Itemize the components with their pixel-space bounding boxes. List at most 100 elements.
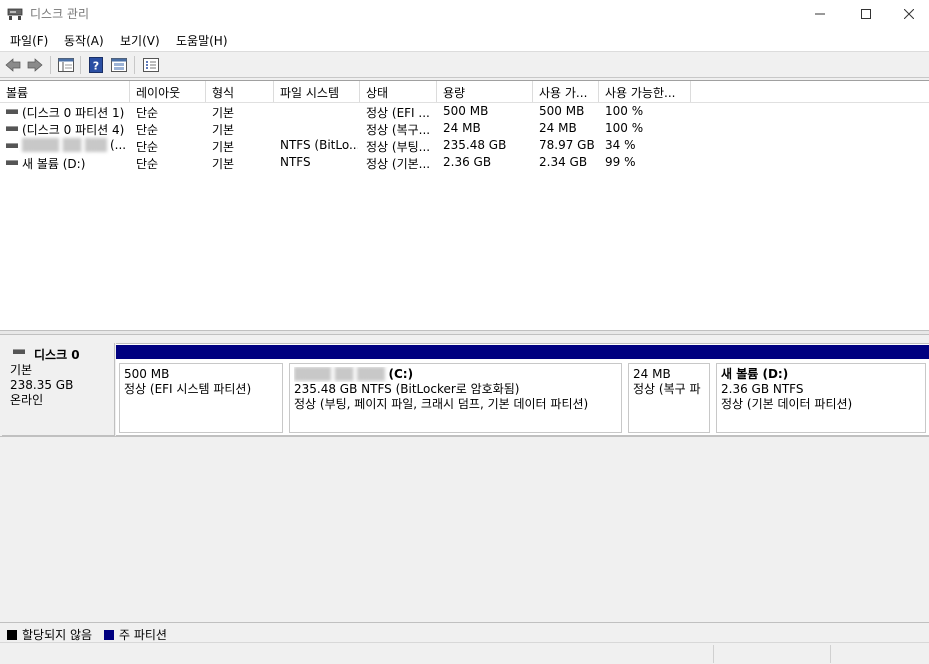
volume-percent-free: 99 %	[605, 155, 636, 169]
partition-name: 새 볼륨 (D:)	[721, 367, 789, 381]
forward-arrow-icon	[27, 58, 43, 72]
disk-info-panel[interactable]: 디스크 0 기본 238.35 GB 온라인	[2, 343, 115, 436]
volume-row[interactable]: ████ ██ ███ (... 단순 기본 NTFS (BitLo... 정상…	[0, 137, 929, 154]
status-separator	[830, 645, 831, 663]
primary-partition-bar	[286, 345, 625, 359]
volume-free-space: 2.34 GB	[539, 155, 588, 169]
minimize-icon	[815, 13, 825, 15]
legend: 할당되지 않음 주 파티션	[0, 622, 929, 642]
partition-box: ████ ██ ███ (C:) 235.48 GB NTFS (BitLock…	[289, 363, 622, 433]
partition-box: 500 MB 정상 (EFI 시스템 파티션)	[119, 363, 283, 433]
volume-list[interactable]: 볼륨 레이아웃 형식 파일 시스템 상태 용량 사용 가... 사용 가능한..…	[0, 80, 929, 330]
disk-icon	[13, 349, 25, 354]
volume-name: (디스크 0 파티션 4)	[22, 123, 125, 137]
volume-status: 정상 (EFI ...	[366, 106, 430, 120]
primary-partition-bar	[625, 345, 713, 359]
divider	[0, 436, 929, 437]
details-pane-button[interactable]	[109, 55, 129, 75]
title-bar: 디스크 관리	[0, 0, 929, 28]
volume-capacity: 235.48 GB	[443, 138, 507, 152]
column-header-free-space[interactable]: 사용 가...	[533, 81, 599, 102]
partition-recovery[interactable]: 24 MB 정상 (복구 파	[625, 344, 713, 435]
maximize-button[interactable]	[843, 0, 889, 28]
volume-free-space: 24 MB	[539, 121, 577, 135]
legend-primary-partition: 주 파티션	[104, 626, 167, 643]
column-header-filesystem[interactable]: 파일 시스템	[274, 81, 360, 102]
toolbar-separator	[50, 56, 51, 74]
volume-free-space: 500 MB	[539, 104, 585, 118]
partition-status: 정상 (부팅, 페이지 파일, 크래시 덤프, 기본 데이터 파티션)	[294, 397, 589, 411]
volume-free-space: 78.97 GB	[539, 138, 595, 152]
toolbar-separator	[80, 56, 81, 74]
column-header-capacity[interactable]: 용량	[437, 81, 533, 102]
column-header-layout[interactable]: 레이아웃	[130, 81, 206, 102]
toolbar: ?	[0, 52, 929, 78]
menu-help[interactable]: 도움말(H)	[174, 32, 230, 49]
toolbar-separator	[134, 56, 135, 74]
menu-bar: 파일(F) 동작(A) 보기(V) 도움말(H)	[0, 28, 929, 52]
volume-icon	[6, 126, 18, 131]
list-header: 볼륨 레이아웃 형식 파일 시스템 상태 용량 사용 가... 사용 가능한..…	[0, 81, 929, 103]
partition-status: 정상 (EFI 시스템 파티션)	[124, 382, 252, 396]
close-button[interactable]	[889, 0, 929, 28]
close-icon	[904, 9, 914, 19]
volume-row[interactable]: (디스크 0 파티션 4) 단순 기본 정상 (복구... 24 MB 24 M…	[0, 120, 929, 137]
partition-size: 235.48 GB NTFS (BitLocker로 암호화됨)	[294, 382, 520, 396]
volume-type: 기본	[212, 140, 235, 154]
disk-management-window: 디스크 관리 파일(F) 동작(A) 보기(V) 도움말(H) ? 볼륨 레이아…	[0, 0, 929, 664]
volume-row[interactable]: (디스크 0 파티션 1) 단순 기본 정상 (EFI ... 500 MB 5…	[0, 103, 929, 120]
volume-percent-free: 34 %	[605, 138, 636, 152]
volume-name: (디스크 0 파티션 1)	[22, 106, 125, 120]
partition-status: 정상 (기본 데이터 파티션)	[721, 397, 853, 411]
partition-efi[interactable]: 500 MB 정상 (EFI 시스템 파티션)	[116, 344, 286, 435]
unallocated-swatch	[7, 629, 17, 640]
volume-filesystem: NTFS (BitLo...	[280, 138, 358, 152]
menu-file[interactable]: 파일(F)	[8, 32, 50, 49]
properties-icon	[143, 58, 159, 72]
column-header-status[interactable]: 상태	[360, 81, 437, 102]
disk-type: 기본	[10, 363, 33, 377]
legend-label: 할당되지 않음	[22, 628, 93, 642]
volume-capacity: 500 MB	[443, 104, 489, 118]
partition-box: 24 MB 정상 (복구 파	[628, 363, 710, 433]
volume-icon	[6, 109, 18, 114]
help-icon: ?	[89, 57, 103, 73]
partition-size: 500 MB	[124, 367, 170, 381]
help-button[interactable]: ?	[86, 55, 106, 75]
forward-button[interactable]	[25, 55, 45, 75]
volume-type: 기본	[212, 123, 235, 137]
partition-d[interactable]: 새 볼륨 (D:) 2.36 GB NTFS 정상 (기본 데이터 파티션)	[713, 344, 929, 435]
column-header-percent-free[interactable]: 사용 가능한...	[599, 81, 691, 102]
volume-percent-free: 100 %	[605, 121, 644, 135]
partition-name: (C:)	[388, 367, 414, 381]
back-button[interactable]	[3, 55, 23, 75]
volume-layout: 단순	[136, 123, 159, 137]
volume-name-redacted: ████ ██ ███	[22, 138, 107, 152]
volume-layout: 단순	[136, 106, 159, 120]
volume-status: 정상 (부팅...	[366, 140, 431, 154]
menu-view[interactable]: 보기(V)	[118, 32, 162, 49]
partition-name-redacted: ████ ██ ███	[294, 367, 385, 381]
minimize-button[interactable]	[797, 0, 843, 28]
disk-graphical-view[interactable]: 디스크 0 기본 238.35 GB 온라인 500 MB 정상 (EFI 시스…	[0, 335, 929, 622]
volume-percent-free: 100 %	[605, 104, 644, 118]
column-header-type[interactable]: 형식	[206, 81, 274, 102]
volume-row[interactable]: 새 볼륨 (D:) 단순 기본 NTFS 정상 (기본... 2.36 GB 2…	[0, 154, 929, 171]
primary-partition-bar	[713, 345, 929, 359]
volume-layout: 단순	[136, 140, 159, 154]
partition-c[interactable]: ████ ██ ███ (C:) 235.48 GB NTFS (BitLock…	[286, 344, 625, 435]
menu-action[interactable]: 동작(A)	[62, 32, 106, 49]
partition-size: 24 MB	[633, 367, 671, 381]
console-tree-button[interactable]	[56, 55, 76, 75]
volume-status: 정상 (기본...	[366, 157, 431, 171]
volume-layout: 단순	[136, 157, 159, 171]
disk-management-app-icon	[7, 8, 23, 20]
properties-button[interactable]	[141, 55, 161, 75]
maximize-icon	[861, 9, 871, 19]
volume-type: 기본	[212, 157, 235, 171]
legend-label: 주 파티션	[119, 628, 167, 642]
column-header-volume[interactable]: 볼륨	[0, 81, 130, 102]
primary-partition-swatch	[104, 629, 114, 640]
status-separator	[713, 645, 714, 663]
status-bar	[0, 642, 929, 664]
